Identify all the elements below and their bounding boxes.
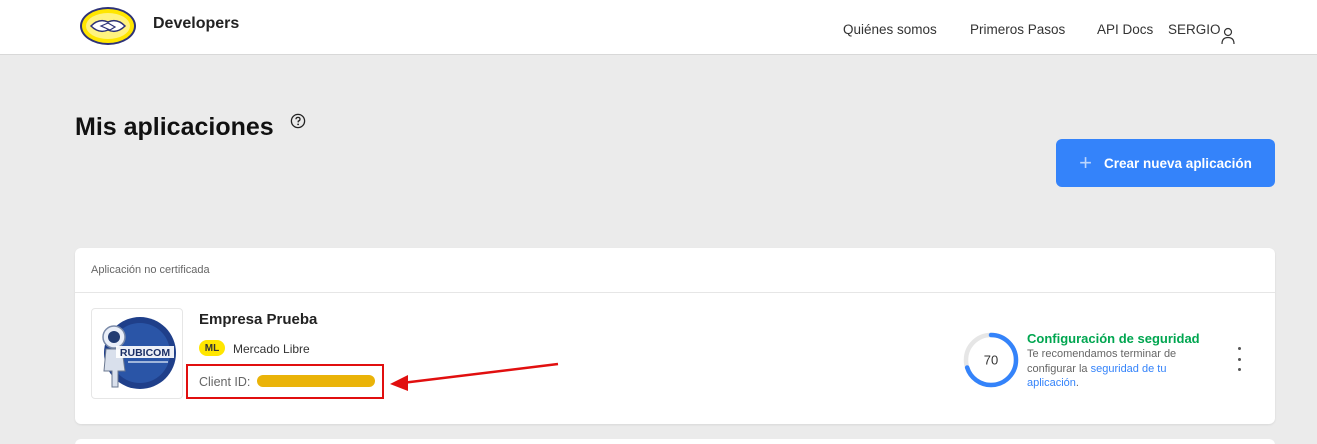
- app-name[interactable]: Empresa Prueba: [199, 311, 317, 328]
- nav-quienes-somos[interactable]: Quiénes somos: [843, 22, 937, 37]
- mercadolibre-logo[interactable]: [79, 6, 137, 46]
- nav-primeros-pasos[interactable]: Primeros Pasos: [970, 22, 1065, 37]
- site-badge: ML: [199, 340, 225, 356]
- security-score-value: 70: [984, 353, 998, 368]
- app-logo-image: RUBICOM: [102, 317, 176, 389]
- site-name: Mercado Libre: [233, 342, 310, 356]
- create-app-label: Crear nueva aplicación: [1104, 155, 1252, 171]
- security-title: Configuración de seguridad: [1027, 331, 1200, 346]
- card-header: Aplicación no certificada: [75, 248, 1275, 293]
- page-title: Mis aplicaciones: [75, 113, 274, 141]
- top-bar: Developers Quiénes somos Primeros Pasos …: [0, 0, 1317, 55]
- client-id-redaction: [257, 375, 375, 387]
- security-text: Te recomendamos terminar de configurar l…: [1027, 347, 1207, 391]
- help-icon[interactable]: [290, 113, 306, 129]
- brand-name: Developers: [153, 15, 240, 32]
- plus-icon: +: [1079, 150, 1093, 175]
- next-app-card: [75, 439, 1275, 444]
- user-icon[interactable]: [1221, 27, 1235, 45]
- create-app-button[interactable]: + Crear nueva aplicación: [1056, 139, 1275, 187]
- more-options-icon[interactable]: [1230, 347, 1248, 371]
- certification-status: Aplicación no certificada: [91, 264, 210, 276]
- app-card: Aplicación no certificada RUBICOM Empres…: [75, 248, 1275, 424]
- client-id-label: Client ID:: [199, 375, 251, 389]
- app-thumbnail[interactable]: RUBICOM: [91, 308, 183, 399]
- user-menu[interactable]: SERGIO: [1168, 22, 1221, 37]
- security-trail: .: [1075, 377, 1079, 389]
- nav-api-docs[interactable]: API Docs: [1097, 22, 1153, 37]
- security-score-ring: 70: [963, 332, 1019, 388]
- app-logo-text: RUBICOM: [120, 347, 170, 359]
